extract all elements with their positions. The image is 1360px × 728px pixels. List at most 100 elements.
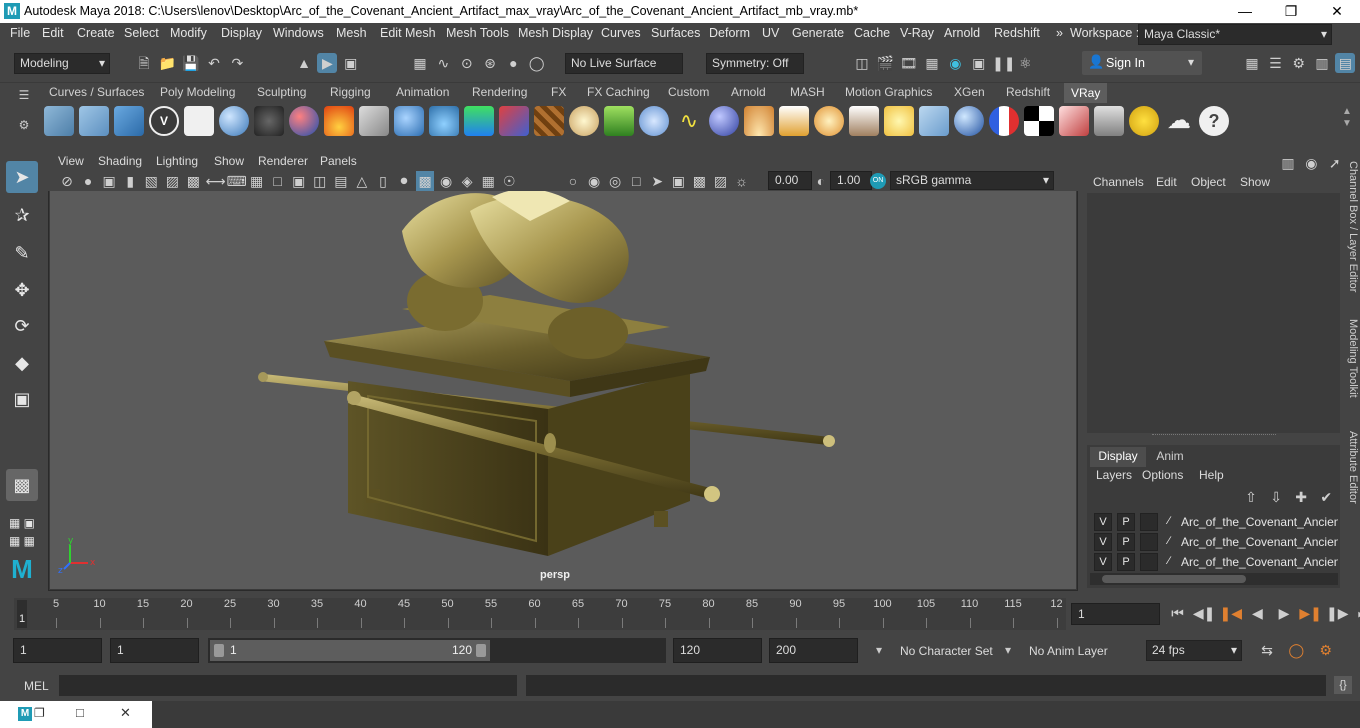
play-backwards-icon[interactable]: ◀ — [1246, 603, 1269, 623]
vray-curve-icon[interactable]: ∿ — [674, 106, 704, 136]
vray-camera-icon[interactable] — [254, 106, 284, 136]
vray-lightbulb-icon[interactable] — [1129, 106, 1159, 136]
layer-display-type[interactable] — [1140, 533, 1158, 551]
layer-tab-anim[interactable]: Anim — [1150, 449, 1190, 463]
vray-plane-icon[interactable] — [919, 106, 949, 136]
xray-joints-icon[interactable]: ◉ — [585, 171, 603, 191]
channel-show-menu[interactable]: Show — [1240, 175, 1270, 189]
menu-edit[interactable]: Edit — [42, 26, 64, 40]
hud-icon[interactable]: □ — [627, 171, 645, 191]
shelf-tab-rendering[interactable]: Rendering — [472, 85, 527, 99]
workspace-dropdown[interactable]: Maya Classic* ▾ — [1138, 24, 1332, 45]
range-slider[interactable]: 1 120 — [208, 638, 666, 663]
layer-name[interactable]: Arc_of_the_Covenant_Ancient_ — [1181, 555, 1338, 569]
animation-preferences-icon[interactable]: ⚙ — [1313, 640, 1339, 660]
vray-checker-icon[interactable] — [1024, 106, 1054, 136]
script-language-label[interactable]: MEL — [24, 679, 49, 693]
step-back-key-icon[interactable]: ❚◀ — [1219, 603, 1243, 623]
panel-splitter[interactable] — [1152, 434, 1276, 438]
layer-scroll-thumb[interactable] — [1102, 575, 1246, 583]
attribute-editor-icon[interactable]: ☰ — [1265, 53, 1285, 73]
render-settings-icon[interactable]: ◫ — [852, 53, 872, 73]
shelf-tab-animation[interactable]: Animation — [396, 85, 449, 99]
help-icon[interactable]: ? — [1199, 106, 1229, 136]
safe-action-icon[interactable]: ⟷ — [205, 171, 225, 191]
xray-active-icon[interactable]: ◎ — [606, 171, 624, 191]
shelf-scroll-icon[interactable]: ▲ ▼ — [1342, 106, 1352, 130]
menu-windows[interactable]: Windows — [273, 26, 324, 40]
step-forward-key-icon[interactable]: ▶❚ — [1299, 603, 1322, 623]
hypershade-icon[interactable]: ◉ — [945, 53, 965, 73]
mode-dropdown[interactable]: Modeling ▾ — [14, 53, 110, 74]
range-start-grip[interactable] — [214, 644, 224, 657]
current-frame-field[interactable]: 1 — [1071, 603, 1160, 625]
menu-mesh-tools[interactable]: Mesh Tools — [446, 26, 509, 40]
vray-spot-cone-icon[interactable] — [849, 106, 879, 136]
vray-ball-icon[interactable] — [954, 106, 984, 136]
panel-menu-show[interactable]: Show — [214, 154, 244, 168]
shaded-cube-icon[interactable]: ▩ — [416, 171, 435, 191]
shelf-tab-rigging[interactable]: Rigging — [330, 85, 371, 99]
range-slider-handle[interactable]: 1 120 — [210, 640, 490, 661]
move-layer-up-icon[interactable]: ⇧ — [1240, 487, 1262, 507]
new-scene-icon[interactable]: 🗎 — [134, 53, 154, 73]
exposure-icon[interactable]: ☼ — [733, 171, 751, 191]
shelf-tab-vray[interactable]: VRay — [1064, 83, 1108, 103]
vray-texture-icon[interactable] — [534, 106, 564, 136]
panel-menu-renderer[interactable]: Renderer — [258, 154, 308, 168]
menu-uv[interactable]: UV — [762, 26, 779, 40]
field-chart-icon[interactable]: ▩ — [184, 171, 202, 191]
shelf-tab-arnold[interactable]: Arnold — [731, 85, 766, 99]
layer-color-icon[interactable]: ∕ — [1160, 533, 1178, 551]
last-tool-icon[interactable]: ▣ — [6, 383, 38, 415]
menu-mesh[interactable]: Mesh — [336, 26, 367, 40]
shelf-tab-fx-caching[interactable]: FX Caching — [587, 85, 650, 99]
vray-frame-buffer-icon[interactable]: ▣ — [969, 53, 989, 73]
shelf-tab-curves-surfaces[interactable]: Curves / Surfaces — [49, 85, 144, 99]
resolution-gate-icon[interactable]: ▧ — [142, 171, 160, 191]
bookmark-icon[interactable]: ● — [79, 171, 97, 191]
playback-start-field[interactable]: 1 — [110, 638, 199, 663]
step-back-frame-icon[interactable]: ◀❚ — [1193, 603, 1216, 623]
symmetry-dropdown[interactable]: Symmetry: Off — [706, 53, 804, 74]
vray-framebuffer-icon[interactable] — [114, 106, 144, 136]
snap-surface-icon[interactable]: ● — [503, 53, 523, 73]
snap-curve-icon[interactable]: ∿ — [433, 53, 453, 73]
vray-ies-light-icon[interactable] — [779, 106, 809, 136]
vray-fire-icon[interactable] — [324, 106, 354, 136]
menu-display[interactable]: Display — [221, 26, 262, 40]
new-layer-selected-icon[interactable]: ✔ — [1315, 487, 1337, 507]
vray-omni-light-icon[interactable] — [814, 106, 844, 136]
menu-surfaces[interactable]: Surfaces — [651, 26, 700, 40]
lights-icon[interactable]: ⚫ — [395, 171, 413, 191]
backface-icon[interactable]: ▩ — [690, 171, 708, 191]
sign-in-button[interactable]: 👤 Sign In ▾ — [1082, 51, 1202, 75]
layer-display-type[interactable] — [1140, 553, 1158, 571]
film-gate-icon[interactable]: ▮ — [121, 171, 139, 191]
menu-curves[interactable]: Curves — [601, 26, 641, 40]
scene-start-field[interactable]: 1 — [13, 638, 102, 663]
select-tool-icon[interactable]: ➤ — [6, 161, 38, 193]
connect-icon[interactable]: ⚛ — [1015, 53, 1035, 73]
character-set-label[interactable]: No Character Set — [900, 644, 993, 658]
menu-redshift[interactable]: Redshift — [994, 26, 1040, 40]
maximize-icon[interactable]: □ — [76, 705, 84, 720]
channel-box-toggle-icon[interactable]: ▥ — [1312, 53, 1332, 73]
safe-title-icon[interactable]: ⌨ — [227, 171, 247, 191]
pause-icon[interactable]: ❚❚ — [992, 53, 1015, 73]
channel-object-menu[interactable]: Object — [1191, 175, 1226, 189]
panel-menu-view[interactable]: View — [58, 154, 84, 168]
exposure-field[interactable]: 0.00 — [768, 171, 812, 190]
layer-row[interactable]: V P ∕ Arc_of_the_Covenant_Ancient_ — [1090, 513, 1338, 531]
render-current-icon[interactable]: 🎬 — [875, 53, 895, 73]
menu-mesh-display[interactable]: Mesh Display — [518, 26, 593, 40]
color-space-dropdown[interactable]: sRGB gamma ▾ — [890, 171, 1054, 190]
open-scene-icon[interactable]: 📁 — [157, 53, 177, 73]
live-surface-field[interactable]: No Live Surface — [565, 53, 683, 74]
vray-cloud-icon[interactable]: ☁ — [1164, 106, 1194, 136]
layer-display-type[interactable] — [1140, 513, 1158, 531]
layer-playback-toggle[interactable]: P — [1117, 553, 1135, 571]
panel-layout-icon[interactable]: ▨ — [711, 171, 729, 191]
vray-material-icon[interactable] — [289, 106, 319, 136]
select-component-icon[interactable]: ▣ — [341, 53, 361, 73]
